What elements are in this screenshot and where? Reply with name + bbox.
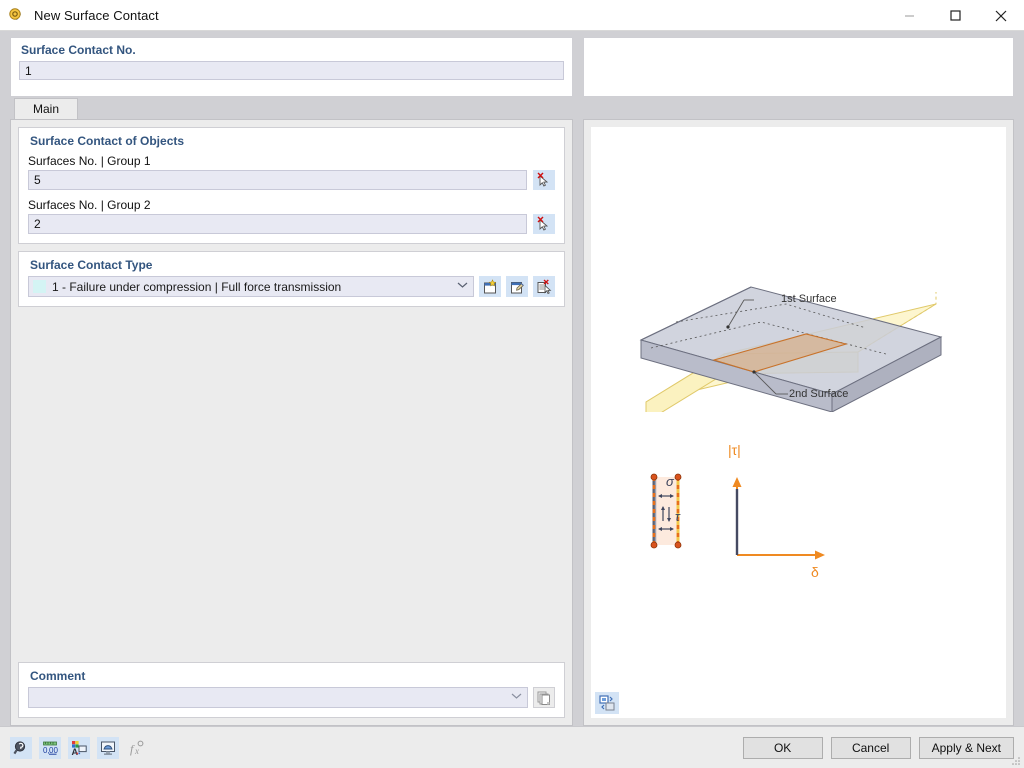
delete-document-icon	[537, 278, 552, 294]
group1-input[interactable]: 5	[28, 170, 527, 190]
group1-pick-button[interactable]	[533, 170, 555, 190]
title-bar: New Surface Contact	[0, 0, 1024, 31]
svg-text:00: 00	[49, 746, 58, 755]
window-title: New Surface Contact	[34, 7, 159, 23]
group1-label: Surfaces No. | Group 1	[28, 154, 151, 168]
view-toggle-button[interactable]	[595, 692, 619, 714]
edit-document-icon	[511, 281, 524, 293]
contact-type-combo[interactable]: 1 - Failure under compression | Full for…	[28, 276, 474, 297]
cancel-button[interactable]: Cancel	[830, 736, 911, 759]
objects-group-title: Surface Contact of Objects	[30, 134, 185, 148]
tau-axis-label: |τ|	[728, 442, 741, 458]
units-tool-button[interactable]: 0, 00	[39, 736, 61, 759]
left-column-spacer	[18, 307, 565, 655]
surface-contact-icon	[8, 6, 26, 24]
minimize-button[interactable]	[886, 0, 932, 31]
sigma-label: σ	[666, 474, 674, 489]
visibility-button[interactable]	[97, 736, 119, 759]
tab-strip: Main	[0, 97, 1024, 119]
delete-contact-type-button[interactable]	[533, 276, 555, 297]
comment-input[interactable]	[28, 687, 528, 708]
group2-input[interactable]: 2	[28, 214, 527, 234]
pick-surface-icon	[537, 172, 549, 187]
comment-group: Comment	[18, 662, 565, 718]
bottom-bar: 0, 00 A f x OK Cancel Apply & Next	[0, 726, 1024, 768]
group2-pick-button[interactable]	[533, 214, 555, 234]
resize-grip[interactable]	[1010, 755, 1022, 767]
tau-delta-graph	[732, 477, 825, 560]
new-surface-contact-dialog: New Surface Contact Surface Contact No. …	[0, 0, 1024, 768]
dialog-buttons: OK Cancel Apply & Next	[742, 736, 1014, 759]
chevron-down-icon[interactable]	[455, 281, 469, 292]
contact-type-color-swatch	[33, 280, 46, 293]
monitor-icon	[101, 741, 115, 755]
second-surface-label: 2nd Surface	[789, 388, 849, 400]
left-column: Surface Contact of Objects Surfaces No. …	[10, 119, 573, 726]
view-toggle-icon	[599, 695, 615, 711]
right-column: 1st Surface 2nd Surface σ τ |τ| δ	[583, 119, 1014, 726]
new-document-icon	[484, 278, 497, 293]
formula-button: f x	[126, 736, 148, 759]
tau-label: τ	[675, 509, 680, 524]
contact-type-value: 1 - Failure under compression | Full for…	[52, 279, 342, 294]
top-band: Surface Contact No. 1	[0, 31, 1024, 97]
contact-type-title: Surface Contact Type	[30, 258, 153, 272]
tool-buttons: 0, 00 A f x	[10, 736, 148, 759]
function-icon: f x	[130, 740, 144, 756]
chevron-down-icon[interactable]	[509, 692, 523, 703]
tab-main[interactable]: Main	[14, 98, 79, 119]
surface-contact-no-group: Surface Contact No. 1	[10, 37, 573, 97]
group1-row: 5	[28, 170, 555, 190]
copy-pages-icon	[537, 691, 550, 705]
comment-copy-button[interactable]	[533, 687, 555, 708]
comment-title: Comment	[30, 669, 86, 683]
svg-text:A: A	[72, 747, 79, 756]
dialog-body: Surface Contact of Objects Surfaces No. …	[0, 119, 1024, 726]
group2-row: 2	[28, 214, 555, 234]
edit-contact-type-button[interactable]	[506, 276, 528, 297]
new-contact-type-button[interactable]	[479, 276, 501, 297]
magnifier-icon	[13, 740, 26, 754]
close-button[interactable]	[978, 0, 1024, 31]
first-surface-label: 1st Surface	[781, 293, 837, 305]
decimal-places-icon: 0, 00	[43, 741, 58, 755]
ok-button[interactable]: OK	[742, 736, 823, 759]
comment-row	[28, 687, 555, 708]
diagram-panel: 1st Surface 2nd Surface σ τ |τ| δ	[591, 127, 1006, 718]
surface-contact-of-objects-group: Surface Contact of Objects Surfaces No. …	[18, 127, 565, 244]
colors-icon: A	[72, 740, 87, 756]
display-properties-button[interactable]: A	[68, 736, 90, 759]
group2-label: Surfaces No. | Group 2	[28, 198, 151, 212]
contact-type-row: 1 - Failure under compression | Full for…	[28, 276, 555, 297]
pick-surface-icon	[537, 216, 549, 231]
maximize-button[interactable]	[932, 0, 978, 31]
search-tool-button[interactable]	[10, 736, 32, 759]
delta-axis-label: δ	[811, 564, 819, 580]
surface-contact-type-group: Surface Contact Type 1 - Failure under c…	[18, 251, 565, 307]
top-right-preview-panel	[583, 37, 1014, 97]
surface-contact-no-input[interactable]: 1	[19, 61, 564, 80]
apply-next-button[interactable]: Apply & Next	[918, 736, 1014, 759]
surface-contact-no-label: Surface Contact No.	[21, 43, 136, 57]
svg-text:x: x	[134, 746, 139, 756]
window-controls	[886, 0, 1024, 31]
